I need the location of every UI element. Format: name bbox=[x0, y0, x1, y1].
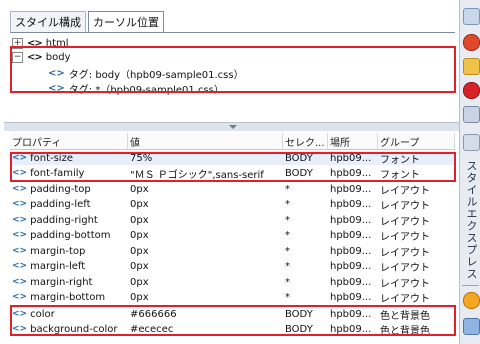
value-cell: 0px bbox=[130, 183, 149, 195]
property-name: padding-left bbox=[30, 198, 91, 210]
location-cell: hpb09... bbox=[330, 291, 372, 303]
property-icon: <> bbox=[12, 277, 28, 287]
tab-cursor-position[interactable]: カーソル位置 bbox=[88, 11, 164, 32]
highlight-box bbox=[10, 46, 456, 93]
alert-icon[interactable] bbox=[463, 82, 480, 99]
value-cell: 0px bbox=[130, 198, 149, 210]
collapse-arrow-icon[interactable] bbox=[229, 125, 237, 129]
location-cell: hpb09... bbox=[330, 229, 372, 241]
dock-divider bbox=[462, 285, 479, 286]
group-cell: レイアウト bbox=[380, 231, 430, 243]
group-cell: レイアウト bbox=[380, 200, 430, 212]
property-name: padding-bottom bbox=[30, 229, 111, 241]
table-row[interactable]: <> margin-bottom 0px * hpb09... レイアウト bbox=[10, 290, 455, 305]
table-row[interactable]: <> padding-top 0px * hpb09... レイアウト bbox=[10, 182, 455, 197]
selector-cell: * bbox=[285, 214, 290, 226]
selector-cell: * bbox=[285, 198, 290, 210]
property-cell: <> padding-right bbox=[10, 213, 128, 227]
dock-tab-label[interactable]: スタイルエクスプレス bbox=[462, 160, 479, 280]
property-name: margin-left bbox=[30, 260, 86, 272]
globe-icon[interactable] bbox=[463, 34, 480, 51]
column-header-group[interactable]: グループ bbox=[378, 133, 455, 149]
selector-cell: * bbox=[285, 229, 290, 241]
group-cell: レイアウト bbox=[380, 247, 430, 259]
group-cell: レイアウト bbox=[380, 262, 430, 274]
column-header-selector[interactable]: セレク... bbox=[283, 133, 328, 149]
property-cell: <> padding-bottom bbox=[10, 228, 128, 242]
group-cell: レイアウト bbox=[380, 278, 430, 290]
property-cell: <> padding-top bbox=[10, 182, 128, 196]
property-name: margin-bottom bbox=[30, 291, 106, 303]
property-name: margin-right bbox=[30, 276, 93, 288]
property-cell: <> margin-top bbox=[10, 244, 128, 258]
value-cell: 0px bbox=[130, 229, 149, 241]
group-cell: レイアウト bbox=[380, 216, 430, 228]
property-name: margin-top bbox=[30, 245, 86, 257]
property-icon: <> bbox=[12, 230, 28, 240]
panel-icon[interactable] bbox=[463, 318, 480, 335]
settings-icon[interactable] bbox=[463, 106, 480, 123]
property-icon: <> bbox=[12, 246, 28, 256]
table-row[interactable]: <> margin-top 0px * hpb09... レイアウト bbox=[10, 244, 455, 259]
table-header: プロパティ 値 セレク... 場所 グループ bbox=[10, 133, 455, 150]
group-cell: レイアウト bbox=[380, 185, 430, 197]
highlight-box bbox=[10, 305, 456, 336]
right-dock: スタイルエクスプレス bbox=[459, 0, 480, 344]
column-header-location[interactable]: 場所 bbox=[328, 133, 378, 149]
column-header-value[interactable]: 値 bbox=[128, 133, 283, 149]
style-express-panel: スタイル構成 カーソル位置 + <> html − <> body <> タグ:… bbox=[0, 0, 480, 344]
location-cell: hpb09... bbox=[330, 214, 372, 226]
group-cell: レイアウト bbox=[380, 293, 430, 305]
table-row[interactable]: <> padding-bottom 0px * hpb09... レイアウト bbox=[10, 228, 455, 243]
property-icon: <> bbox=[12, 184, 28, 194]
value-cell: 0px bbox=[130, 245, 149, 257]
tab-divider bbox=[10, 32, 455, 33]
column-header-property[interactable]: プロパティ bbox=[10, 133, 128, 149]
selector-cell: * bbox=[285, 245, 290, 257]
value-cell: 0px bbox=[130, 276, 149, 288]
property-name: padding-top bbox=[30, 183, 91, 195]
property-cell: <> margin-left bbox=[10, 259, 128, 273]
table-row[interactable]: <> padding-left 0px * hpb09... レイアウト bbox=[10, 197, 455, 212]
property-cell: <> margin-bottom bbox=[10, 290, 128, 304]
table-row[interactable]: <> margin-left 0px * hpb09... レイアウト bbox=[10, 259, 455, 274]
style-express-icon[interactable] bbox=[463, 134, 480, 151]
property-icon: <> bbox=[12, 261, 28, 271]
highlight-box bbox=[10, 152, 456, 182]
property-icon: <> bbox=[12, 199, 28, 209]
location-cell: hpb09... bbox=[330, 198, 372, 210]
selector-cell: * bbox=[285, 260, 290, 272]
table-row[interactable]: <> margin-right 0px * hpb09... レイアウト bbox=[10, 275, 455, 290]
selector-cell: * bbox=[285, 291, 290, 303]
folder-icon[interactable] bbox=[463, 58, 480, 75]
value-cell: 0px bbox=[130, 291, 149, 303]
selector-cell: * bbox=[285, 183, 290, 195]
property-cell: <> padding-left bbox=[10, 197, 128, 211]
property-cell: <> margin-right bbox=[10, 275, 128, 289]
document-icon[interactable] bbox=[463, 8, 480, 25]
tab-label: カーソル位置 bbox=[93, 16, 159, 29]
tab-label: スタイル構成 bbox=[15, 16, 81, 29]
location-cell: hpb09... bbox=[330, 245, 372, 257]
property-icon: <> bbox=[12, 292, 28, 302]
property-name: padding-right bbox=[30, 214, 98, 226]
location-cell: hpb09... bbox=[330, 276, 372, 288]
location-cell: hpb09... bbox=[330, 260, 372, 272]
property-icon: <> bbox=[12, 215, 28, 225]
location-cell: hpb09... bbox=[330, 183, 372, 195]
tab-bar: スタイル構成 カーソル位置 bbox=[10, 11, 166, 32]
value-cell: 0px bbox=[130, 214, 149, 226]
tab-style-structure[interactable]: スタイル構成 bbox=[10, 11, 86, 32]
table-row[interactable]: <> padding-right 0px * hpb09... レイアウト bbox=[10, 213, 455, 228]
value-cell: 0px bbox=[130, 260, 149, 272]
palette-icon[interactable] bbox=[463, 292, 480, 309]
selector-cell: * bbox=[285, 276, 290, 288]
